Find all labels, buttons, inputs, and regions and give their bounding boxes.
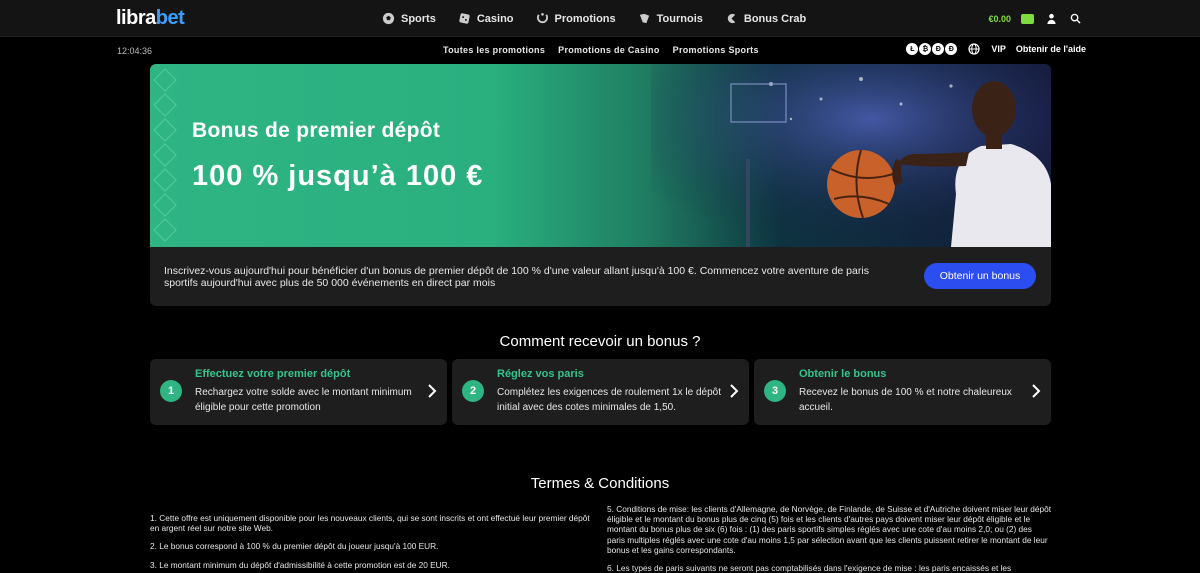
step-number: 2: [462, 380, 484, 402]
chevron-right-icon: [428, 384, 437, 398]
step-description: Rechargez votre solde avec le montant mi…: [195, 387, 412, 413]
subbar-right: Ł ₿ Đ Ð VIP Obtenir de l'aide: [906, 42, 1086, 56]
nav-promotions-label: Promotions: [554, 12, 616, 25]
step-description: Complétez les exigences de roulement 1x …: [497, 387, 722, 413]
how-to-title: Comment recevoir un bonus ?: [499, 333, 701, 350]
get-bonus-button[interactable]: Obtenir un bonus: [924, 263, 1036, 289]
offer-description: Inscrivez-vous aujourd'hui pour bénéfici…: [164, 265, 869, 289]
hero-title: Bonus de premier dépôt: [192, 119, 441, 142]
chevron-right-icon: [730, 384, 739, 398]
step-number: 1: [160, 380, 182, 402]
crypto-coins: Ł ₿ Đ Ð: [906, 43, 958, 55]
logo[interactable]: librabet: [116, 7, 185, 30]
terms-item: 3. Le montant minimum du dépôt d'admissi…: [150, 559, 450, 570]
litecoin-icon: Ł: [906, 43, 919, 55]
steps-row: 1 Effectuez votre premier dépôt Recharge…: [150, 359, 1051, 425]
logo-main: libra: [116, 7, 156, 29]
offer-info-box: Inscrivez-vous aujourd'hui pour bénéfici…: [150, 247, 1051, 306]
hero-banner: Bonus de premier dépôt 100 % jusqu’à 100…: [150, 64, 1051, 247]
nav-bonus-crab-label: Bonus Crab: [743, 12, 807, 25]
nav-sports[interactable]: Sports: [382, 12, 436, 25]
main-nav: Sports Casino Promotions Tournois Bonus …: [382, 0, 828, 37]
clock: 12:04:36: [117, 46, 153, 56]
soccer-ball-icon: [382, 12, 395, 25]
vip-link[interactable]: VIP: [991, 44, 1006, 54]
terms-item: 2. Le bonus correspond à 100 % du premie…: [150, 541, 439, 552]
bitcoin-icon: ₿: [919, 43, 932, 55]
terms-item: 5. Conditions de mise: les clients d'All…: [607, 504, 1052, 555]
terms-item: 1. Cette offre est uniquement disponible…: [150, 513, 590, 534]
crab-icon: [727, 13, 736, 24]
nav-bonus-crab[interactable]: Bonus Crab: [725, 12, 806, 25]
dogecoin-icon: Ð: [945, 43, 958, 55]
gift-icon: [536, 13, 548, 24]
promo-subnav: Toutes les promotions Promotions de Casi…: [443, 45, 759, 55]
nav-tournois-label: Tournois: [656, 12, 703, 25]
hero-pattern: [153, 68, 177, 242]
nav-tournois[interactable]: Tournois: [638, 12, 703, 25]
terms-title: Termes & Conditions: [530, 475, 670, 492]
help-link[interactable]: Obtenir de l'aide: [1016, 44, 1086, 54]
step-card-2[interactable]: 2 Réglez vos paris Complétez les exigenc…: [452, 359, 749, 425]
nav-sports-label: Sports: [401, 12, 436, 25]
nav-casino[interactable]: Casino: [458, 12, 514, 25]
terms-right-column: 5. Conditions de mise: les clients d'All…: [607, 504, 1052, 573]
hero-subtitle: 100 % jusqu’à 100 €: [192, 160, 484, 192]
dice-icon: [459, 13, 470, 24]
step-card-1[interactable]: 1 Effectuez votre premier dépôt Recharge…: [150, 359, 447, 425]
wallet-icon[interactable]: [1021, 13, 1034, 24]
trophy-icon: [639, 13, 649, 24]
step-number: 3: [764, 380, 786, 402]
nav-promotions[interactable]: Promotions: [536, 12, 616, 25]
nav-casino-label: Casino: [476, 12, 514, 25]
subnav-sports-promotions[interactable]: Promotions Sports: [673, 45, 759, 55]
user-icon[interactable]: [1044, 12, 1058, 26]
step-card-3[interactable]: 3 Obtenir le bonus Recevez le bonus de 1…: [754, 359, 1051, 425]
basketball-player-illustration: [651, 64, 1051, 247]
logo-accent: bet: [155, 7, 185, 29]
subnav-casino-promotions[interactable]: Promotions de Casino: [558, 45, 660, 55]
terms-item: 6. Les types de paris suivants ne seront…: [607, 563, 1012, 573]
terms-left-column: 1. Cette offre est uniquement disponible…: [150, 513, 590, 573]
search-icon[interactable]: [1068, 12, 1082, 26]
account-area: €0.00: [988, 0, 1082, 37]
step-title: Obtenir le bonus: [799, 368, 887, 380]
top-navbar: librabet Sports Casino Promotions Tourno…: [0, 0, 1200, 37]
subnav-all-promotions[interactable]: Toutes les promotions: [443, 45, 545, 55]
balance-amount[interactable]: €0.00: [988, 14, 1011, 24]
dash-icon: Đ: [932, 43, 945, 55]
globe-icon[interactable]: [967, 42, 981, 56]
step-description: Recevez le bonus de 100 % et notre chale…: [799, 387, 1012, 413]
chevron-right-icon: [1032, 384, 1041, 398]
step-title: Effectuez votre premier dépôt: [195, 368, 351, 380]
step-title: Réglez vos paris: [497, 368, 584, 380]
